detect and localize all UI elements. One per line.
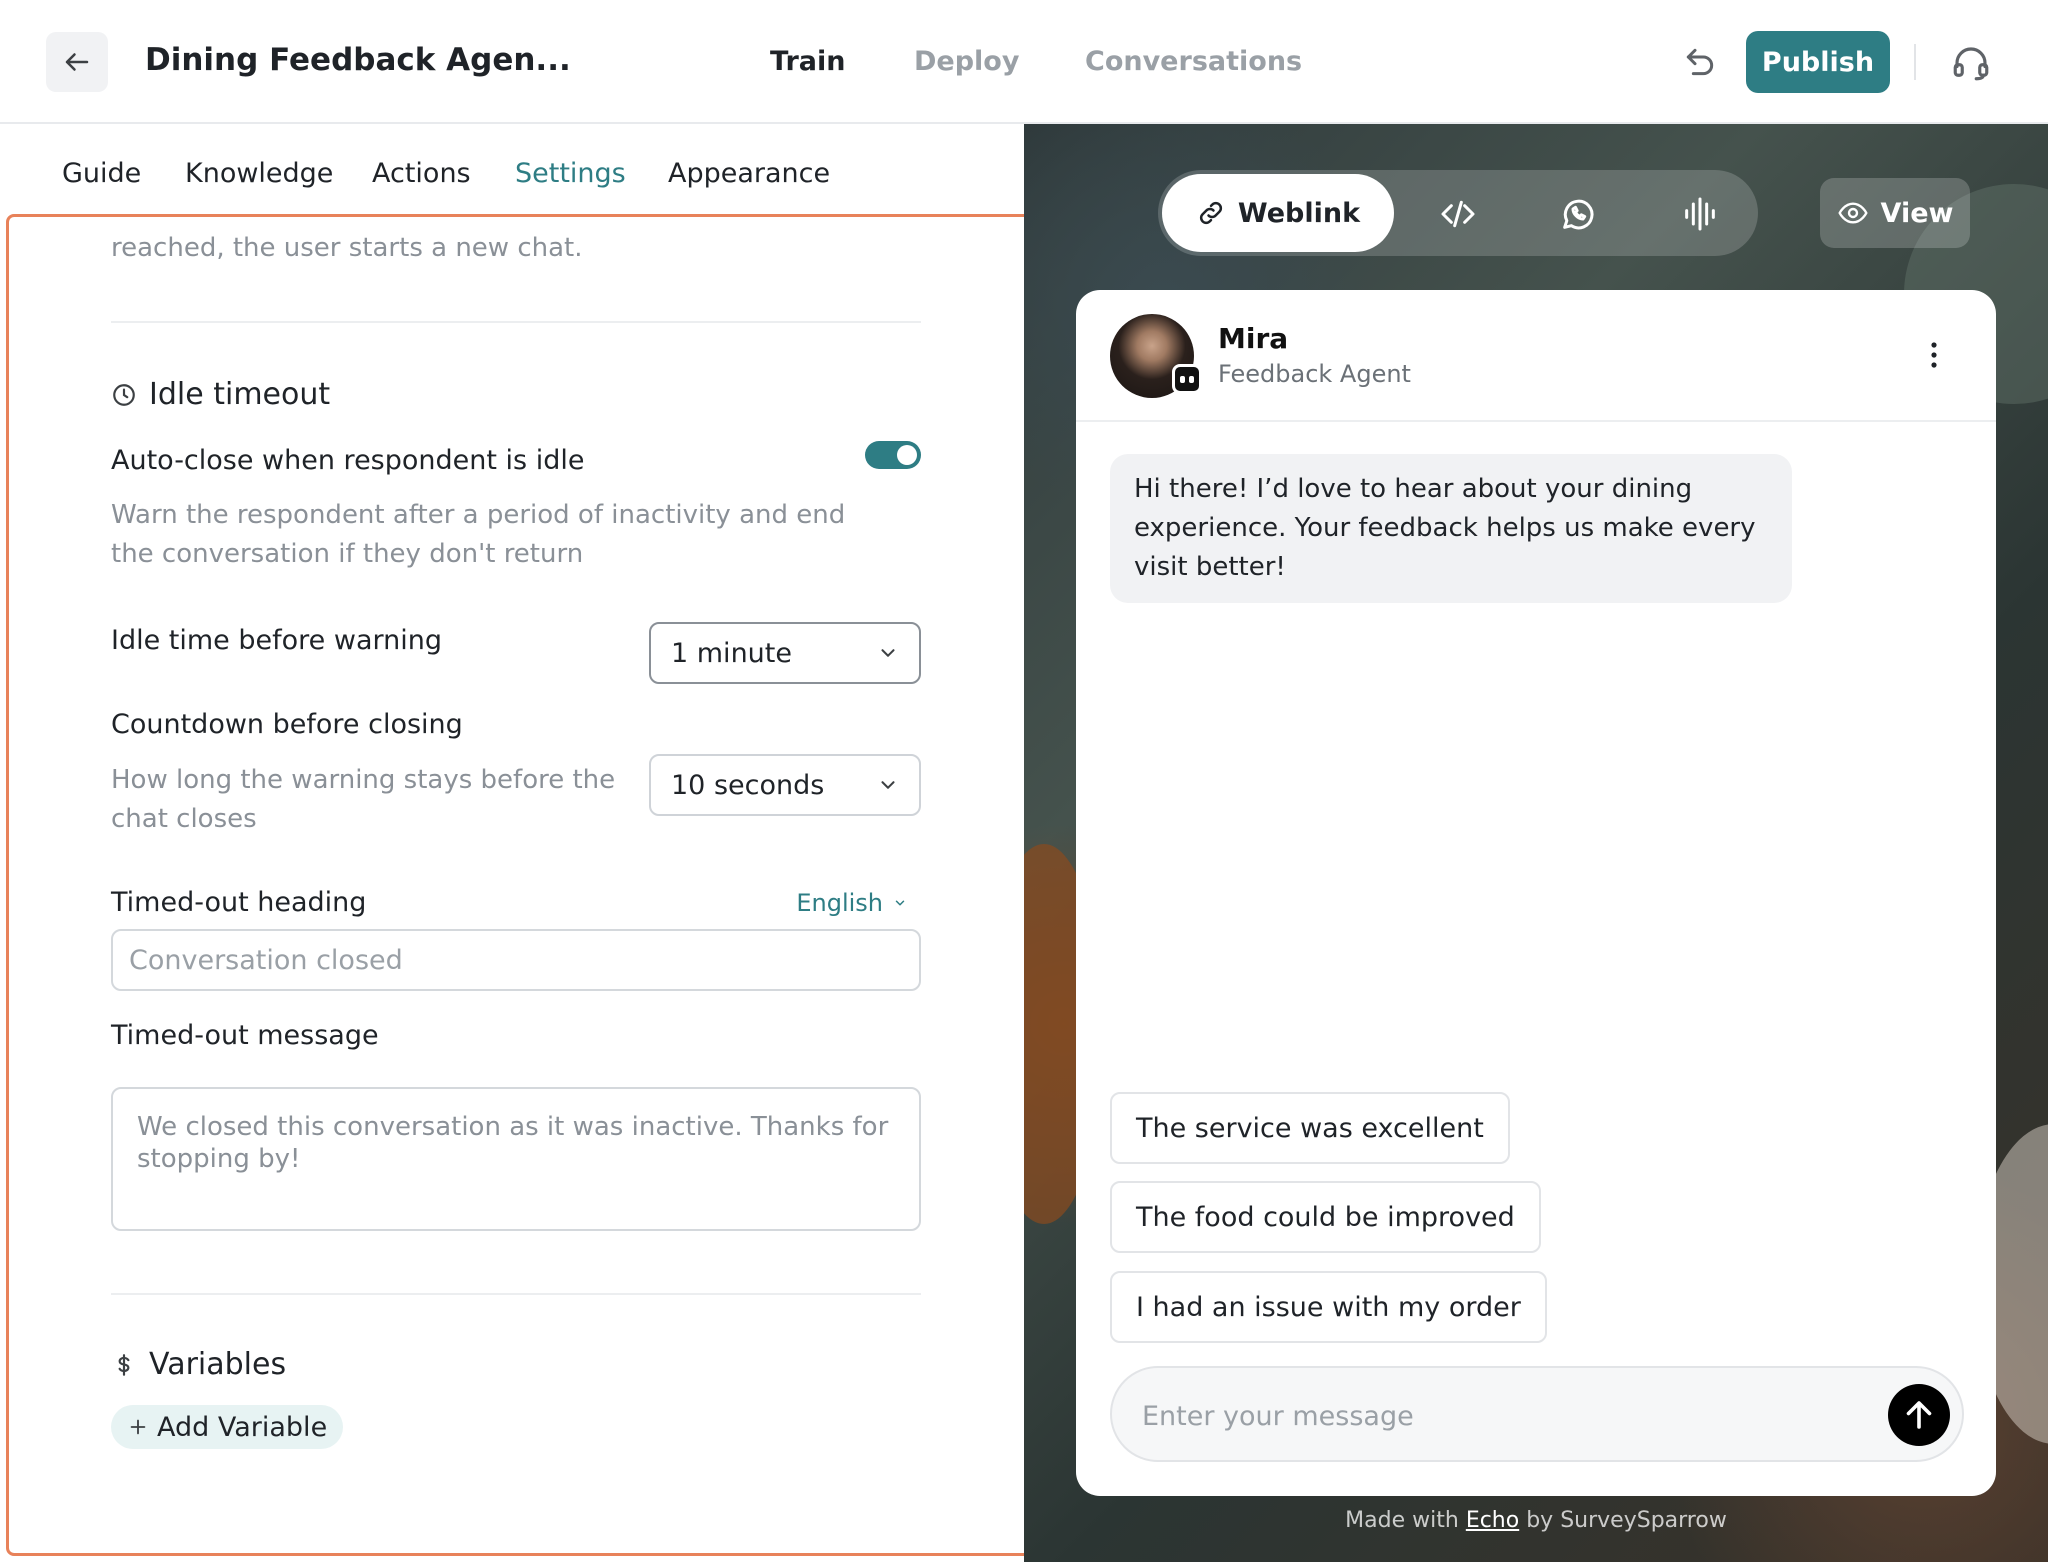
headset-icon bbox=[1953, 47, 1989, 81]
timed-out-heading-input[interactable] bbox=[111, 929, 921, 991]
agent-name: Mira bbox=[1218, 322, 1289, 355]
auto-close-toggle[interactable] bbox=[865, 441, 921, 469]
toggle-knob bbox=[897, 445, 917, 465]
tab-deploy[interactable]: Deploy bbox=[914, 46, 1019, 77]
chat-preview: Weblink View Mira Feedback Agent Hi ther… bbox=[1024, 124, 2048, 1562]
view-button[interactable]: View bbox=[1820, 178, 1970, 248]
subtab-knowledge[interactable]: Knowledge bbox=[185, 158, 333, 189]
topbar-divider bbox=[1914, 44, 1916, 80]
view-label: View bbox=[1880, 197, 1954, 229]
eye-icon bbox=[1837, 202, 1868, 224]
section-divider bbox=[111, 1293, 921, 1295]
auto-close-description-line-2: the conversation if they don't return bbox=[111, 539, 584, 569]
message-input[interactable] bbox=[1142, 1394, 1842, 1438]
agent-role: Feedback Agent bbox=[1218, 360, 1411, 388]
variables-title: Variables bbox=[149, 1347, 287, 1382]
undo-button[interactable] bbox=[1680, 42, 1720, 82]
footer-credit: Made with Echo by SurveySparrow bbox=[1024, 1508, 2048, 1533]
footer-brand-link[interactable]: Echo bbox=[1466, 1508, 1519, 1533]
channel-embed-button[interactable] bbox=[1438, 194, 1478, 234]
waveform-icon bbox=[1685, 197, 1715, 231]
weblink-label: Weblink bbox=[1237, 197, 1361, 229]
undo-icon bbox=[1686, 48, 1714, 76]
auto-close-description-line-1: Warn the respondent after a period of in… bbox=[111, 500, 846, 530]
chevron-down-icon bbox=[881, 649, 895, 657]
tab-train[interactable]: Train bbox=[770, 46, 845, 77]
previous-setting-note: reached, the user starts a new chat. bbox=[111, 233, 583, 263]
footer-suffix: by SurveySparrow bbox=[1526, 1508, 1727, 1533]
idle-warning-value: 1 minute bbox=[671, 637, 792, 669]
subtab-guide[interactable]: Guide bbox=[62, 158, 141, 189]
timed-out-message-input[interactable] bbox=[111, 1087, 921, 1231]
clock-icon bbox=[113, 383, 135, 406]
footer-prefix: Made with bbox=[1345, 1508, 1459, 1533]
tab-conversations[interactable]: Conversations bbox=[1085, 46, 1302, 77]
link-icon bbox=[1199, 201, 1222, 225]
quick-reply[interactable]: The service was excellent bbox=[1110, 1092, 1510, 1164]
settings-panel: Guide Knowledge Actions Settings Appeara… bbox=[0, 124, 1042, 1562]
quick-reply[interactable]: I had an issue with my order bbox=[1110, 1271, 1547, 1343]
whatsapp-icon bbox=[1563, 199, 1594, 230]
countdown-label: Countdown before closing bbox=[111, 709, 463, 740]
back-button[interactable] bbox=[46, 32, 108, 92]
vertical-dots-icon bbox=[1931, 342, 1937, 368]
chat-widget: Mira Feedback Agent Hi there! I’d love t… bbox=[1076, 290, 1996, 1496]
section-divider bbox=[111, 321, 921, 323]
message-composer bbox=[1110, 1366, 1964, 1462]
channel-voice-button[interactable] bbox=[1680, 194, 1720, 234]
add-variable-button[interactable]: Add Variable bbox=[111, 1405, 344, 1449]
avatar bbox=[1110, 314, 1202, 398]
channel-weblink-button[interactable]: Weblink bbox=[1162, 174, 1394, 252]
chat-header: Mira Feedback Agent bbox=[1076, 290, 1996, 422]
code-icon bbox=[1441, 200, 1475, 228]
idle-timeout-heading: Idle timeout bbox=[111, 377, 330, 412]
timed-out-heading-label: Timed-out heading bbox=[111, 887, 367, 918]
agent-message: Hi there! I’d love to hear about your di… bbox=[1110, 454, 1792, 603]
bot-icon bbox=[1172, 364, 1202, 394]
channel-whatsapp-button[interactable] bbox=[1558, 194, 1598, 234]
countdown-description-line-1: How long the warning stays before the bbox=[111, 765, 616, 795]
plus-icon bbox=[130, 1419, 146, 1435]
more-options-button[interactable] bbox=[1926, 340, 1942, 370]
arrow-up-icon bbox=[1906, 1401, 1932, 1429]
variables-heading: Variables bbox=[111, 1347, 286, 1382]
auto-close-label: Auto-close when respondent is idle bbox=[111, 445, 585, 476]
subtab-settings[interactable]: Settings bbox=[515, 158, 626, 189]
support-button[interactable] bbox=[1950, 42, 1992, 84]
add-variable-label: Add Variable bbox=[157, 1411, 328, 1443]
countdown-value: 10 seconds bbox=[671, 769, 825, 801]
language-value: English bbox=[796, 889, 883, 917]
agent-title: Dining Feedback Agen... bbox=[145, 42, 571, 78]
quick-reply[interactable]: The food could be improved bbox=[1110, 1181, 1541, 1253]
arrow-left-icon bbox=[65, 53, 89, 71]
countdown-description-line-2: chat closes bbox=[111, 804, 257, 834]
dollar-icon bbox=[118, 1353, 130, 1376]
top-bar: Dining Feedback Agen... Train Deploy Con… bbox=[0, 0, 2048, 124]
publish-button[interactable]: Publish bbox=[1746, 31, 1890, 93]
chevron-down-icon bbox=[895, 900, 905, 906]
subtab-actions[interactable]: Actions bbox=[372, 158, 471, 189]
idle-warning-label: Idle time before warning bbox=[111, 625, 442, 656]
settings-scroll-area[interactable]: reached, the user starts a new chat. Idl… bbox=[6, 214, 1042, 1556]
subtab-appearance[interactable]: Appearance bbox=[668, 158, 830, 189]
language-selector[interactable]: English bbox=[796, 889, 907, 917]
countdown-select[interactable]: 10 seconds bbox=[649, 754, 921, 816]
chevron-down-icon bbox=[881, 781, 895, 789]
timed-out-message-label: Timed-out message bbox=[111, 1020, 379, 1051]
idle-warning-select[interactable]: 1 minute bbox=[649, 622, 921, 684]
send-button[interactable] bbox=[1888, 1384, 1950, 1446]
idle-timeout-title: Idle timeout bbox=[149, 377, 331, 412]
